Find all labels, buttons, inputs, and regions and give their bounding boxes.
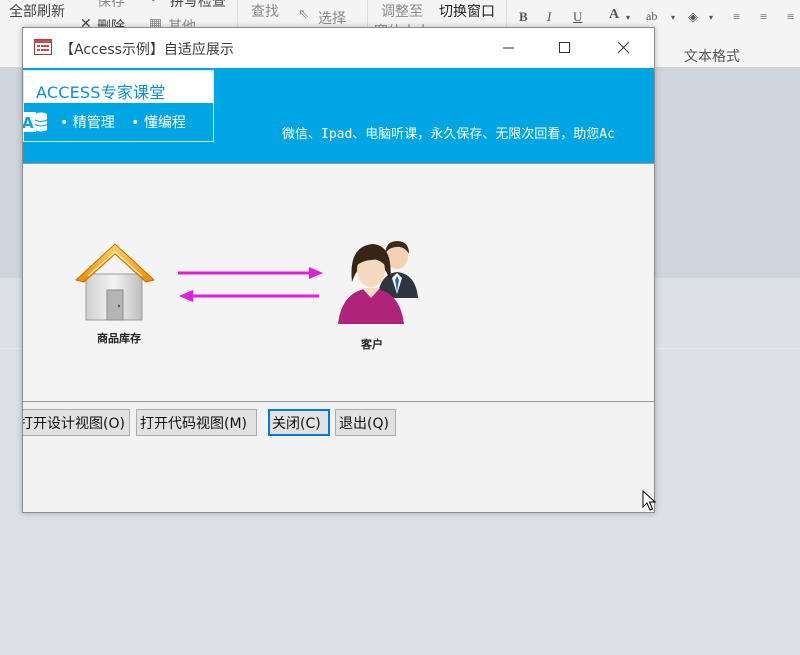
flow-arrows	[178, 267, 323, 302]
customer-label: 客户	[361, 338, 383, 351]
align-center-icon[interactable]: ≡	[760, 9, 767, 25]
button-bar: 打开设计视图(O) 打开代码视图(M) 关闭(C) 退出(Q)	[23, 401, 654, 512]
select-button[interactable]: 选择	[318, 8, 346, 28]
spell-check-button[interactable]: 拼写检查	[170, 0, 226, 11]
open-design-view-button[interactable]: 打开设计视图(O)	[23, 409, 130, 436]
warehouse-label: 商品库存	[97, 332, 141, 345]
dropdown-arrow-icon: ▾	[709, 13, 714, 22]
logo-strip: A • 精管理 • 懂编程	[22, 103, 213, 141]
warehouse-house-icon[interactable]	[74, 236, 156, 328]
check-icon: ✔	[150, 0, 161, 6]
find-button[interactable]: 查找	[251, 1, 279, 21]
dropdown-arrow-icon: ▾	[626, 13, 631, 22]
close-icon[interactable]	[600, 28, 646, 68]
cursor-select-icon: ⇖	[298, 7, 309, 22]
exit-button[interactable]: 退出(Q)	[335, 409, 396, 436]
dropdown-arrow-icon: ▾	[671, 13, 676, 22]
refresh-all-button[interactable]: 全部刷新	[9, 1, 65, 21]
header-banner: ACCESS专家课堂 A • 精管理 • 懂编程 微信、Ipad、电脑听课，永久…	[23, 68, 654, 163]
form-icon	[34, 39, 52, 55]
open-code-view-button[interactable]: 打开代码视图(M)	[136, 409, 257, 436]
text-format-group-label: 文本格式	[684, 49, 740, 65]
window-title: 【Access示例】自适应展示	[60, 42, 234, 58]
fill-color-icon[interactable]: ◈	[688, 9, 698, 25]
logo-box: ACCESS专家课堂 A • 精管理 • 懂编程	[23, 70, 214, 142]
diagram-area: 商品库存 客户	[23, 163, 654, 401]
highlight-icon[interactable]: ab	[646, 9, 657, 24]
tagline-item: • 懂编程	[131, 115, 186, 131]
logo-tagline: • 精管理 • 懂编程	[60, 112, 198, 132]
bold-button[interactable]: B	[519, 9, 528, 25]
close-button[interactable]: 关闭(C)	[268, 409, 330, 436]
svg-text:A: A	[22, 114, 34, 132]
underline-button[interactable]: U	[573, 9, 582, 25]
adjust-to-button[interactable]: 调整至	[381, 1, 423, 21]
font-color-icon[interactable]: A	[609, 7, 619, 23]
logo-title: ACCESS专家课堂	[36, 83, 166, 102]
mouse-cursor-icon	[642, 490, 656, 511]
switch-window-button[interactable]: 切换窗口	[439, 1, 495, 21]
save-button[interactable]: 保存	[97, 0, 125, 11]
align-right-icon[interactable]: ≡	[787, 9, 794, 25]
italic-button[interactable]: I	[547, 9, 551, 25]
form-window: 【Access示例】自适应展示 ACCESS专家课堂 A • 精管理 • 懂编程…	[22, 27, 655, 513]
scrolling-marquee: 微信、Ipad、电脑听课，永久保存、无限次回看，助您Ac	[282, 127, 615, 142]
minimize-icon[interactable]	[485, 28, 531, 68]
title-bar[interactable]: 【Access示例】自适应展示	[23, 28, 654, 68]
access-logo-icon: A	[22, 112, 48, 132]
maximize-icon[interactable]	[541, 28, 587, 68]
align-left-icon[interactable]: ≡	[733, 9, 740, 25]
customer-people-icon[interactable]	[328, 236, 438, 336]
tagline-item: • 精管理	[60, 115, 115, 131]
